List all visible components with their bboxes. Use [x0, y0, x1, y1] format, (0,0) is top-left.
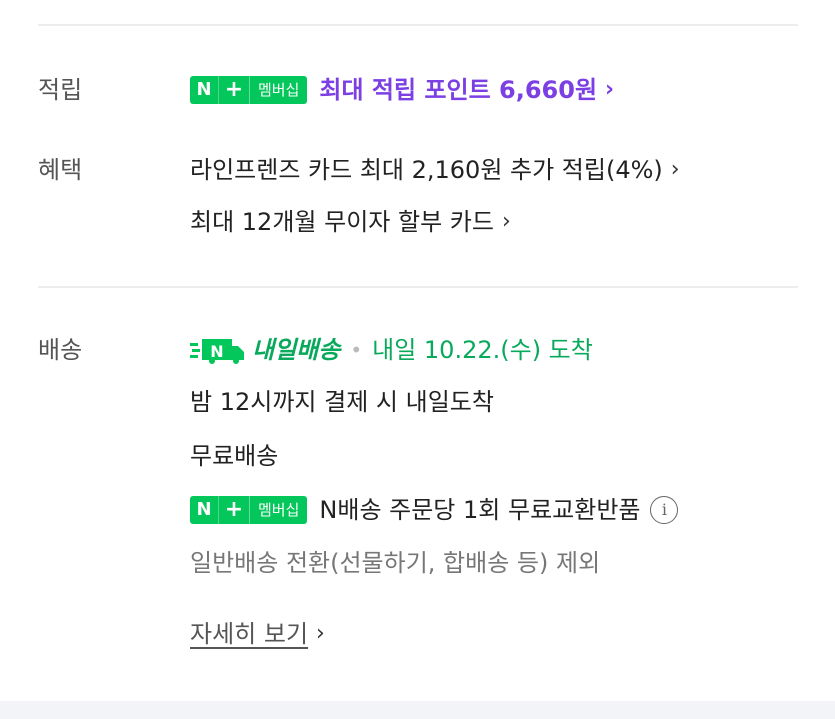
- max-points-text[interactable]: 최대 적립 포인트 6,660원: [319, 74, 597, 106]
- benefits-label: 혜택: [38, 156, 83, 184]
- membership-delivery-row: N + 멤버십 N배송 주문당 1회 무료교환반품 i: [190, 494, 679, 526]
- cutoff-text: 밤 12시까지 결제 시 내일도착: [190, 388, 494, 416]
- exclusion-text: 일반배송 전환(선물하기, 합배송 등) 제외: [190, 549, 601, 577]
- chevron-right-icon: ›: [605, 77, 615, 102]
- naver-n-icon: N: [190, 496, 218, 524]
- plus-icon: +: [218, 496, 249, 524]
- membership-badge-label: 멤버십: [249, 496, 308, 524]
- arrival-date: 내일 10.22.(수) 도착: [372, 336, 593, 364]
- shipping-fee-text: 무료배송: [190, 442, 279, 470]
- info-icon[interactable]: i: [650, 496, 679, 524]
- chevron-right-icon: ›: [670, 157, 680, 182]
- points-label: 적립: [38, 76, 83, 104]
- delivery-label: 배송: [38, 336, 83, 364]
- card-benefit-text: 라인프렌즈 카드 최대 2,160원 추가 적립(4%): [190, 156, 663, 184]
- installment-text: 최대 12개월 무이자 할부 카드: [190, 208, 494, 236]
- section-divider: [38, 286, 798, 288]
- card-benefit-link[interactable]: 라인프렌즈 카드 최대 2,160원 추가 적립(4%) ›: [190, 154, 680, 186]
- details-link[interactable]: 자세히 보기 ›: [190, 618, 325, 650]
- separator-dot: •: [350, 338, 363, 362]
- installment-link[interactable]: 최대 12개월 무이자 할부 카드 ›: [190, 206, 511, 238]
- chevron-right-icon: ›: [501, 209, 511, 234]
- membership-badge: N + 멤버십: [190, 76, 308, 104]
- points-row[interactable]: N + 멤버십 최대 적립 포인트 6,660원 ›: [190, 74, 614, 106]
- plus-icon: +: [218, 76, 249, 104]
- details-link-label[interactable]: 자세히 보기: [190, 618, 308, 650]
- truck-icon: N: [190, 336, 246, 364]
- membership-badge: N + 멤버십: [190, 496, 308, 524]
- top-divider: [38, 24, 798, 26]
- chevron-right-icon: ›: [316, 621, 325, 646]
- bottom-section-band: [0, 701, 835, 719]
- membership-badge-label: 멤버십: [249, 76, 308, 104]
- naver-n-icon: N: [190, 76, 218, 104]
- tomorrow-delivery-row: N 내일배송 • 내일 10.22.(수) 도착: [190, 334, 593, 366]
- tomorrow-delivery-badge: 내일배송: [252, 336, 341, 364]
- membership-benefit-text: N배송 주문당 1회 무료교환반품: [319, 496, 641, 524]
